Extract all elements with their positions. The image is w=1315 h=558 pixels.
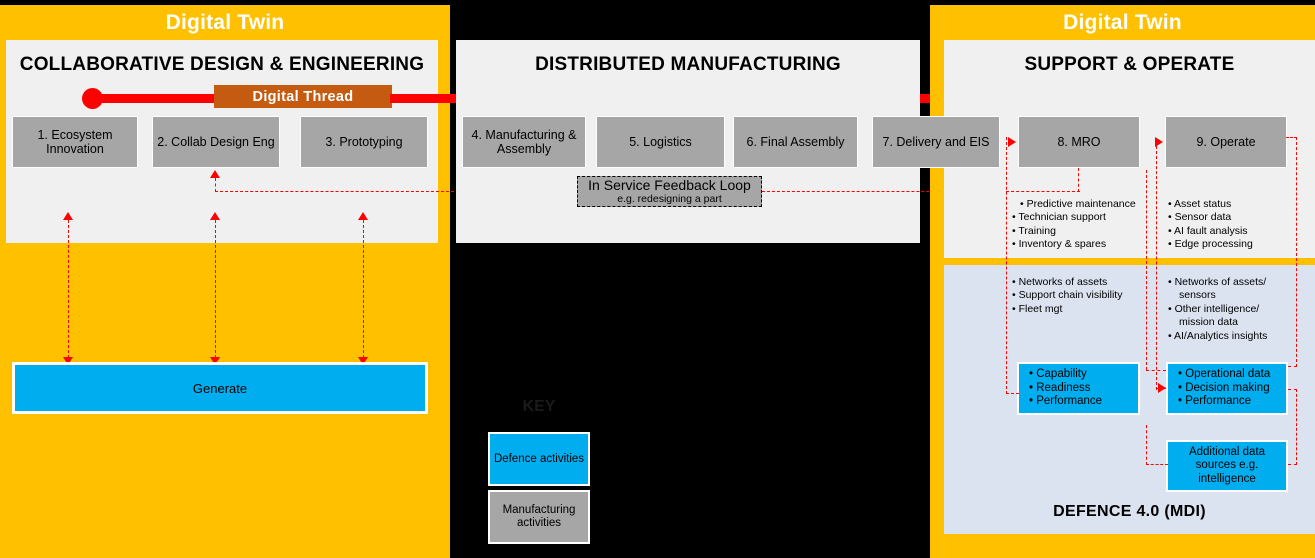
process-box-manufacturing-assembly[interactable]: 4. Manufacturing & Assembly (462, 116, 586, 168)
mdi-connector-right-top (1286, 137, 1297, 138)
mdi-right-bullet-0: • Networks of assets/ sensors (1168, 276, 1267, 302)
operate-bullet-list: • Asset status • Sensor data • AI fault … (1168, 198, 1298, 252)
key-title: KEY (522, 398, 556, 415)
mdi-left-bullet-1: • Support chain visibility (1012, 289, 1123, 302)
process-box-final-assembly[interactable]: 6. Final Assembly (733, 116, 858, 168)
mdi-connector-left-into-blue (1006, 393, 1019, 394)
mro-bullet-3: • Inventory & spares (1012, 238, 1107, 251)
mdi-connector-left-vertical (1006, 137, 1007, 394)
mro-bullet-0: • Predictive maintenance (1020, 198, 1136, 210)
operate-bullet-2: • AI fault analysis (1168, 224, 1248, 237)
mdi-connector-mid-into-blue-a (1146, 370, 1166, 371)
mdi-blue-box-additional-data-sources[interactable]: Additional data sources e.g. intelligenc… (1166, 440, 1288, 492)
mdi-connector-mid-vertical-a (1146, 170, 1147, 370)
mdi-left-bullet-0: • Networks of assets (1012, 276, 1108, 288)
arrow-generate-to-box1-line (68, 220, 69, 363)
mro-down-stub-vertical (1078, 168, 1079, 192)
arrow-generate-to-box2-head (210, 212, 220, 220)
mdi-blue-right-item-1: • Decision making (1178, 381, 1270, 394)
diagram-canvas: Digital Twin COLLABORATIVE DESIGN & ENGI… (0, 0, 1315, 558)
digital-thread-line-left (92, 94, 216, 103)
mdi-connector-mid-into-blue-b (1156, 388, 1166, 389)
mdi-blue-left-item-1: • Readiness (1029, 381, 1091, 394)
mdi-connector-right-vertical-2 (1296, 389, 1297, 465)
mdi-connector-right-additional (1288, 464, 1297, 465)
process-box-collab-design-eng[interactable]: 2. Collab Design Eng (152, 116, 280, 168)
mro-bullet-1: • Technician support (1012, 211, 1106, 224)
key-item-defence-activities: Defence activities (488, 432, 590, 486)
feedback-return-vertical (215, 178, 216, 192)
mdi-connector-additional-vertical (1146, 425, 1147, 465)
left-digital-twin-title: Digital Twin (165, 11, 285, 34)
generate-box[interactable]: Generate (12, 362, 428, 414)
digital-thread-chip: Digital Thread (214, 85, 392, 108)
mro-bullet-2: • Training (1012, 224, 1056, 237)
operate-bullet-1: • Sensor data (1168, 211, 1232, 224)
collaborative-design-panel-title: COLLABORATIVE DESIGN & ENGINEERING (19, 54, 425, 75)
mdi-blue-right-item-0: • Operational data (1178, 368, 1271, 381)
operate-bullet-0: • Asset status (1168, 198, 1232, 210)
mdi-connector-right-into-blue (1288, 366, 1297, 367)
process-box-operate[interactable]: 9. Operate (1165, 116, 1287, 168)
operate-bullet-3: • Edge processing (1168, 238, 1253, 251)
mdi-blue-left-item-0: • Capability (1029, 368, 1087, 381)
key-item-manufacturing-activities: Manufacturing activities (488, 490, 590, 544)
mdi-connector-right-vertical (1296, 137, 1297, 367)
mdi-left-bullet-list: • Networks of assets • Support chain vis… (1012, 276, 1140, 316)
process-box-logistics[interactable]: 5. Logistics (596, 116, 725, 168)
distributed-manufacturing-panel-title: DISTRIBUTED MANUFACTURING (535, 54, 841, 75)
right-digital-twin-title: Digital Twin (1063, 11, 1182, 34)
process-box-mro[interactable]: 8. MRO (1018, 116, 1140, 168)
arrow-generate-to-box3-line (363, 220, 364, 363)
mdi-blue-left-item-2: • Performance (1029, 395, 1103, 408)
process-box-delivery-and-eis-overlay[interactable]: 7. Delivery and EIS (872, 116, 1000, 168)
mdi-right-bullet-list: • Networks of assets/ sensors • Other in… (1168, 276, 1290, 343)
mdi-blue-box-operational-data[interactable]: • Operational data • Decision making • P… (1166, 362, 1288, 415)
arrow-generate-to-box3-head (358, 212, 368, 220)
mdi-right-bullet-2: • AI/Analytics insights (1168, 329, 1268, 342)
process-box-prototyping[interactable]: 3. Prototyping (300, 116, 428, 168)
support-operate-panel-title: SUPPORT & OPERATE (1024, 54, 1235, 75)
mro-bullet-list: • Predictive maintenance • Technician su… (1012, 198, 1142, 252)
arrow-generate-to-box2-line (215, 220, 216, 363)
feedback-return-arrowhead (210, 170, 220, 178)
mdi-right-bullet-1: • Other intelligence/ mission data (1168, 302, 1260, 329)
process-box-ecosystem-innovation[interactable]: 1. Ecosystem Innovation (12, 116, 138, 168)
mdi-blue-box-capability[interactable]: • Capability • Readiness • Performance (1017, 362, 1140, 415)
mdi-connector-mid-vertical-b (1156, 146, 1157, 390)
in-service-feedback-loop-box[interactable]: In Service Feedback Loop e.g. redesignin… (577, 176, 762, 207)
defence-40-mdi-title: DEFENCE 4.0 (MDI) (1053, 503, 1206, 520)
mro-down-stub-horizontal (1006, 191, 1080, 192)
arrow-into-mro-head (1008, 137, 1016, 147)
mdi-connector-additional-horizontal (1146, 464, 1168, 465)
mdi-blue-right-item-2: • Performance (1178, 395, 1252, 408)
feedback-loop-title: In Service Feedback Loop (588, 177, 751, 193)
mdi-left-bullet-2: • Fleet mgt (1012, 302, 1063, 315)
arrow-generate-to-box1-head (63, 212, 73, 220)
feedback-loop-subtitle: e.g. redesigning a part (617, 193, 722, 205)
